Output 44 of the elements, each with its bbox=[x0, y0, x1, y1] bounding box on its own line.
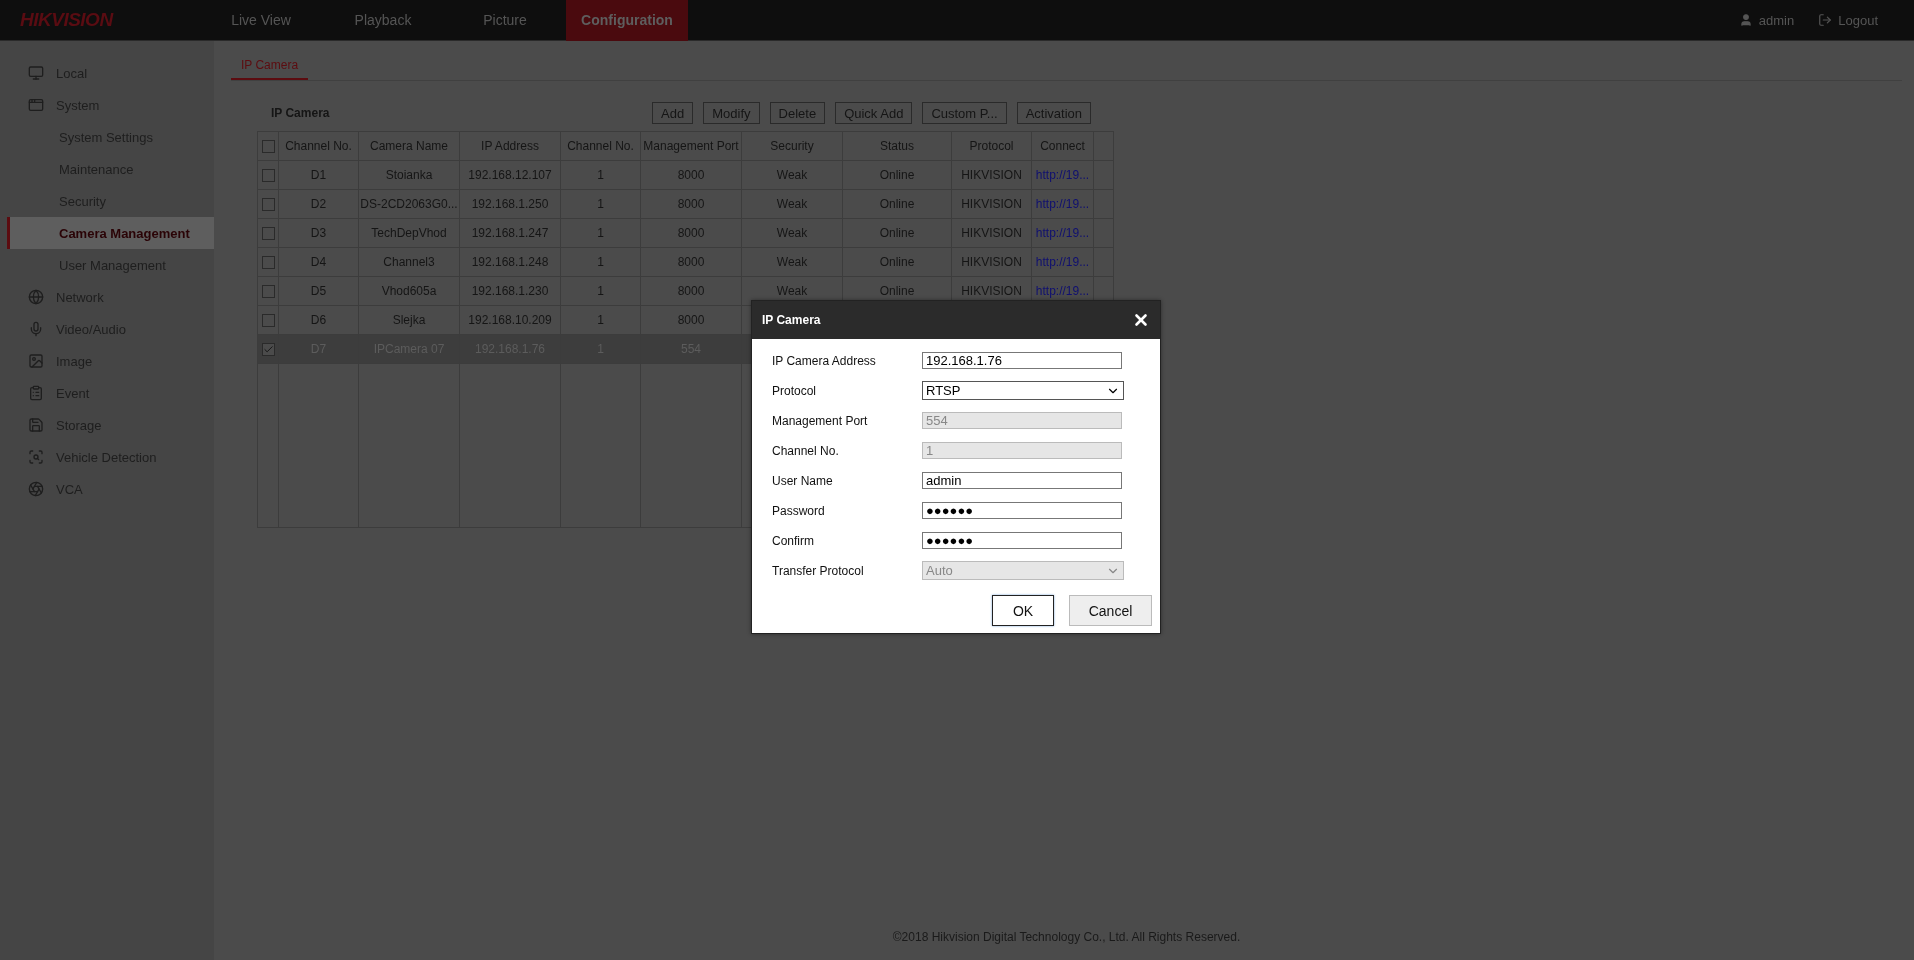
logout-icon[interactable] bbox=[1818, 13, 1833, 27]
vehicle-search-icon bbox=[28, 449, 44, 465]
cancel-button[interactable]: Cancel bbox=[1069, 595, 1152, 626]
logo: HIKVISION bbox=[19, 9, 115, 31]
select-field[interactable]: RTSP bbox=[922, 381, 1124, 400]
input-field[interactable]: ●●●●●● bbox=[922, 532, 1122, 549]
field-label: IP Camera Address bbox=[772, 353, 877, 368]
list-icon bbox=[28, 385, 44, 401]
user-icon bbox=[1738, 13, 1753, 27]
logout-link[interactable]: Logout bbox=[1838, 12, 1878, 28]
checkbox[interactable] bbox=[261, 314, 275, 328]
aperture-icon bbox=[28, 481, 44, 497]
nav-tab[interactable]: Live View bbox=[200, 0, 322, 41]
field-label: Transfer Protocol bbox=[772, 563, 865, 578]
checkbox[interactable] bbox=[261, 169, 275, 183]
sidebar-item[interactable]: Camera Management bbox=[7, 217, 214, 249]
input-field[interactable]: admin bbox=[922, 472, 1122, 489]
field-label: Management Port bbox=[772, 413, 869, 428]
ok-button[interactable]: OK bbox=[992, 595, 1054, 626]
nav-tab[interactable]: Picture bbox=[444, 0, 566, 41]
checkbox[interactable] bbox=[261, 140, 275, 154]
dialog-title: IP Camera bbox=[762, 313, 821, 327]
checkbox[interactable] bbox=[261, 227, 275, 241]
monitor-icon bbox=[28, 65, 44, 81]
checkbox[interactable] bbox=[261, 198, 275, 212]
user-name: admin bbox=[1758, 12, 1795, 28]
close-icon[interactable] bbox=[1132, 311, 1150, 329]
input-field[interactable]: 192.168.1.76 bbox=[922, 352, 1122, 369]
window-icon bbox=[28, 97, 44, 113]
input-field[interactable]: ●●●●●● bbox=[922, 502, 1122, 519]
microphone-icon bbox=[28, 321, 44, 337]
image-icon bbox=[28, 353, 44, 369]
checkbox[interactable] bbox=[261, 285, 275, 299]
field-label: Channel No. bbox=[772, 443, 840, 458]
nav-tab[interactable]: Configuration bbox=[566, 0, 688, 41]
field-label: User Name bbox=[772, 473, 834, 488]
field-label: Protocol bbox=[772, 383, 818, 398]
tab[interactable]: IP Camera bbox=[231, 58, 309, 80]
field-label: Confirm bbox=[772, 533, 815, 548]
field-label: Password bbox=[772, 503, 826, 518]
checkbox[interactable] bbox=[261, 256, 275, 270]
globe-icon bbox=[28, 289, 44, 305]
checkbox[interactable] bbox=[261, 343, 275, 357]
nav-tab[interactable]: Playback bbox=[322, 0, 444, 41]
